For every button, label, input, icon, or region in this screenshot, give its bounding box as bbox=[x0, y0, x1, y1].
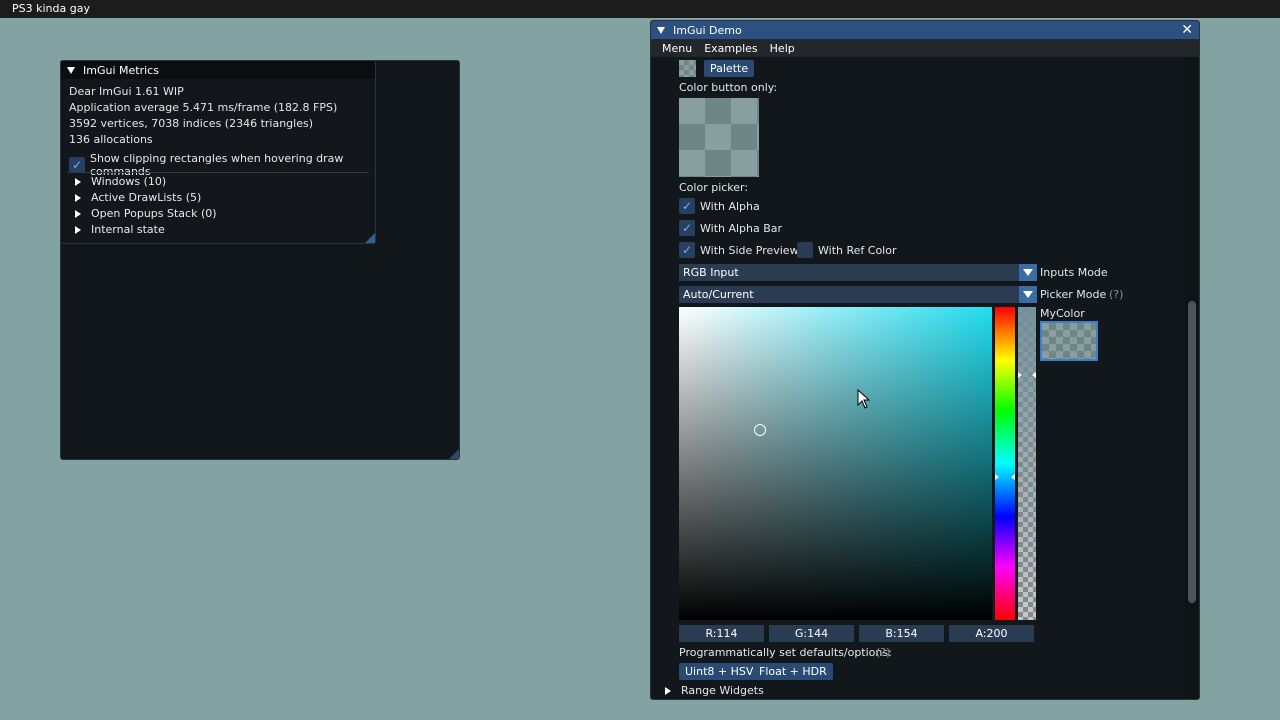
expand-arrow-icon[interactable] bbox=[75, 225, 81, 234]
big-color-button[interactable] bbox=[679, 98, 759, 177]
checkbox-box[interactable] bbox=[797, 242, 813, 258]
saturation-value-square[interactable] bbox=[679, 307, 992, 620]
picker-mode-combo[interactable]: Auto/Current bbox=[679, 286, 1037, 303]
mouse-cursor-icon bbox=[857, 389, 871, 409]
alpha-marker-icon bbox=[1018, 372, 1022, 378]
collapse-arrow-icon[interactable] bbox=[657, 26, 665, 34]
with-alpha-bar-label: With Alpha Bar bbox=[700, 221, 783, 235]
demo-window: ImGui Demo ✕ Menu Examples Help Palette … bbox=[650, 20, 1200, 700]
demo-title: ImGui Demo bbox=[673, 23, 742, 37]
tree-node-label: Internal state bbox=[91, 223, 165, 236]
version-text: Dear ImGui 1.61 WIP bbox=[69, 85, 184, 98]
color-picker-label: Color picker: bbox=[679, 181, 749, 194]
checkmark-icon[interactable]: ✓ bbox=[679, 198, 695, 214]
resize-grip[interactable] bbox=[365, 233, 375, 243]
metrics-title-bar[interactable]: ImGui Metrics bbox=[61, 61, 375, 79]
tree-node-windows[interactable]: Windows (10) bbox=[75, 175, 166, 188]
with-alpha-bar-checkbox[interactable]: ✓ With Alpha Bar bbox=[679, 220, 782, 236]
tree-node-label: Open Popups Stack (0) bbox=[91, 207, 217, 220]
tree-node-drawlists[interactable]: Active DrawLists (5) bbox=[75, 191, 201, 204]
uint8-hsv-button[interactable]: Uint8 + HSV bbox=[679, 663, 760, 680]
hue-marker-icon bbox=[1011, 474, 1015, 480]
tree-node-label: Windows (10) bbox=[91, 175, 167, 188]
checkmark-icon[interactable]: ✓ bbox=[679, 220, 695, 236]
picker-mode-help[interactable]: (?) bbox=[1109, 288, 1123, 301]
metrics-title: ImGui Metrics bbox=[83, 63, 159, 77]
alpha-field[interactable]: A:200 bbox=[949, 625, 1034, 642]
menu-bar: Menu Examples Help bbox=[651, 39, 1199, 57]
expand-arrow-icon[interactable] bbox=[75, 177, 81, 186]
with-alpha-checkbox[interactable]: ✓ With Alpha bbox=[679, 198, 760, 214]
prog-defaults-label: Programmatically set defaults/options: bbox=[679, 646, 892, 659]
alpha-marker-icon bbox=[1032, 372, 1036, 378]
alpha-bar[interactable] bbox=[1018, 307, 1036, 620]
tree-node-label: Active DrawLists (5) bbox=[91, 191, 202, 204]
color-button-only-label: Color button only: bbox=[679, 81, 778, 94]
with-side-preview-checkbox[interactable]: ✓ With Side Preview bbox=[679, 242, 799, 258]
inputs-mode-value: RGB Input bbox=[683, 266, 739, 279]
sv-cursor-icon bbox=[754, 424, 766, 436]
menu-item-help[interactable]: Help bbox=[770, 42, 795, 55]
close-icon[interactable]: ✕ bbox=[1181, 21, 1193, 39]
expand-arrow-icon[interactable] bbox=[75, 209, 81, 218]
hue-bar[interactable] bbox=[995, 307, 1015, 620]
checkmark-icon[interactable]: ✓ bbox=[69, 157, 85, 173]
expand-arrow-icon[interactable] bbox=[665, 686, 671, 695]
hue-marker-icon bbox=[995, 474, 999, 480]
separator bbox=[67, 172, 369, 173]
picker-mode-label: Picker Mode bbox=[1040, 288, 1107, 301]
mycolor-label: MyColor bbox=[1040, 307, 1085, 320]
frame-time-text: Application average 5.471 ms/frame (182.… bbox=[69, 101, 338, 114]
chevron-down-icon[interactable] bbox=[1019, 286, 1037, 303]
mycolor-preview[interactable] bbox=[1040, 321, 1098, 361]
menu-item-examples[interactable]: Examples bbox=[704, 42, 757, 55]
with-ref-color-checkbox[interactable]: With Ref Color bbox=[797, 242, 896, 258]
tree-node-popups[interactable]: Open Popups Stack (0) bbox=[75, 207, 217, 220]
range-widgets-label: Range Widgets bbox=[681, 684, 764, 697]
resize-grip[interactable] bbox=[449, 449, 459, 459]
picker-mode-value: Auto/Current bbox=[683, 288, 754, 301]
chevron-down-icon[interactable] bbox=[1019, 264, 1037, 281]
small-color-swatch[interactable] bbox=[679, 60, 696, 77]
demo-title-bar[interactable]: ImGui Demo ✕ bbox=[651, 21, 1199, 39]
checkmark-icon[interactable]: ✓ bbox=[679, 242, 695, 258]
menu-item-menu[interactable]: Menu bbox=[662, 42, 692, 55]
inputs-mode-combo[interactable]: RGB Input bbox=[679, 264, 1037, 281]
tree-node-range-widgets[interactable]: Range Widgets bbox=[665, 684, 764, 697]
vertices-text: 3592 vertices, 7038 indices (2346 triang… bbox=[69, 117, 314, 130]
inputs-mode-label: Inputs Mode bbox=[1040, 266, 1108, 279]
tree-node-internal-state[interactable]: Internal state bbox=[75, 223, 165, 236]
palette-button[interactable]: Palette bbox=[704, 60, 755, 77]
with-ref-color-label: With Ref Color bbox=[818, 243, 897, 257]
prog-defaults-help[interactable]: (?) bbox=[876, 646, 890, 659]
os-window-title: PS3 kinda gay bbox=[0, 0, 1280, 18]
with-side-preview-label: With Side Preview bbox=[700, 243, 799, 257]
red-field[interactable]: R:114 bbox=[679, 625, 764, 642]
float-hdr-button[interactable]: Float + HDR bbox=[753, 663, 833, 680]
blue-field[interactable]: B:154 bbox=[859, 625, 944, 642]
metrics-window: ImGui Metrics Dear ImGui 1.61 WIP Applic… bbox=[60, 60, 376, 244]
allocations-text: 136 allocations bbox=[69, 133, 153, 146]
green-field[interactable]: G:144 bbox=[769, 625, 854, 642]
with-alpha-label: With Alpha bbox=[700, 199, 760, 213]
expand-arrow-icon[interactable] bbox=[75, 193, 81, 202]
collapse-arrow-icon[interactable] bbox=[67, 66, 75, 74]
scrollbar-thumb[interactable] bbox=[1188, 301, 1196, 603]
